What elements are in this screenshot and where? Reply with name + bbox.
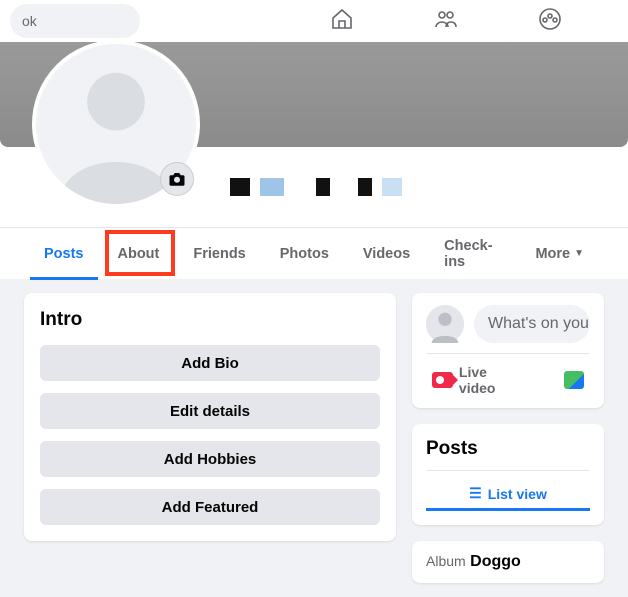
redacted-block [316,178,330,196]
live-video-button[interactable]: Live video [432,364,524,396]
friends-icon[interactable] [434,7,458,36]
album-label: Album [426,553,466,569]
album-card[interactable]: Album Doggo [412,541,604,583]
profile-tabs: Posts About Friends Photos Videos Check-… [0,227,628,279]
divider [426,353,590,354]
cover-photo[interactable] [0,42,628,147]
add-featured-button[interactable]: Add Featured [40,489,380,525]
composer-placeholder: What's on your min [488,315,590,333]
top-nav-icons [330,7,628,36]
search-input[interactable]: ok [10,4,140,38]
redacted-block [260,178,284,196]
chevron-down-icon: ▼ [574,248,584,259]
tab-friends[interactable]: Friends [179,228,259,280]
redacted-block [230,178,250,196]
composer-input[interactable]: What's on your min [474,305,590,343]
redacted-block [358,178,372,196]
right-column: What's on your min Live video Posts ☰ Li… [412,293,604,583]
tab-label: Friends [193,246,245,262]
groups-icon[interactable] [538,7,562,36]
tab-videos[interactable]: Videos [349,228,424,280]
photo-video-button[interactable] [564,364,584,396]
composer-avatar[interactable] [426,305,464,343]
add-hobbies-button[interactable]: Add Hobbies [40,441,380,477]
tab-posts[interactable]: Posts [30,228,98,280]
live-video-label: Live video [459,364,524,396]
camera-icon[interactable] [160,162,194,196]
tab-label: Check-ins [444,238,501,270]
profile-avatar-wrap [32,40,200,208]
tab-label: About [118,246,160,262]
add-bio-button[interactable]: Add Bio [40,345,380,381]
live-video-icon [432,372,453,388]
tab-label: Photos [280,246,329,262]
posts-header-card: Posts ☰ List view [412,424,604,525]
tab-checkins[interactable]: Check-ins [430,228,515,280]
intro-card: Intro Add Bio Edit details Add Hobbies A… [24,293,396,541]
list-view-icon: ☰ [469,485,482,502]
profile-header: Posts About Friends Photos Videos Check-… [0,42,628,279]
list-view-tab[interactable]: ☰ List view [426,479,590,511]
photo-icon [564,371,584,389]
search-placeholder-fragment: ok [22,13,37,29]
intro-title: Intro [40,309,380,331]
post-composer: What's on your min Live video [412,293,604,408]
edit-details-button[interactable]: Edit details [40,393,380,429]
content-row: Intro Add Bio Edit details Add Hobbies A… [0,279,628,597]
posts-title: Posts [426,438,590,460]
album-name: Doggo [470,553,521,570]
list-view-label: List view [488,486,547,502]
tab-about[interactable]: About [104,228,174,280]
home-icon[interactable] [330,7,354,36]
tab-photos[interactable]: Photos [266,228,343,280]
tab-label: More [535,246,570,262]
tab-more[interactable]: More ▼ [521,228,598,280]
redacted-block [382,178,402,196]
tab-label: Posts [44,246,84,262]
top-bar: ok [0,0,628,42]
tab-label: Videos [363,246,410,262]
left-column: Intro Add Bio Edit details Add Hobbies A… [24,293,396,583]
